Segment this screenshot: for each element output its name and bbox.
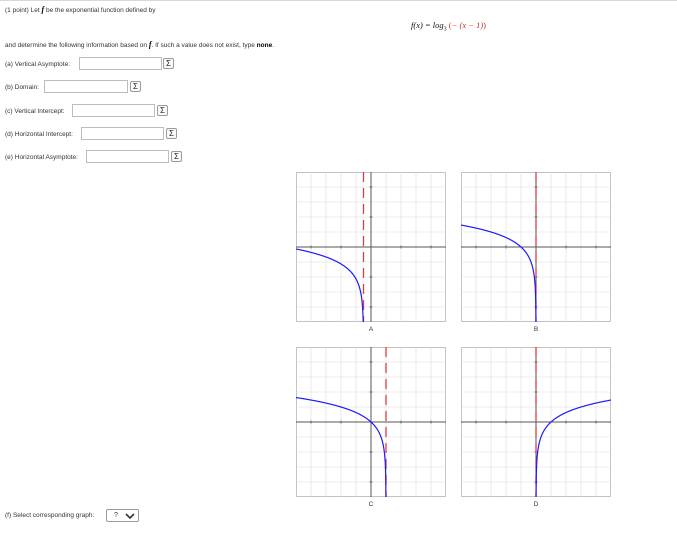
formula-inner: − (x − 1) <box>451 20 484 30</box>
sigma-icon[interactable]: Σ <box>157 105 168 116</box>
instructions-text-2: . If such a value does not exist, type <box>151 42 255 49</box>
sigma-icon[interactable]: Σ <box>130 81 141 92</box>
graph-b <box>461 172 611 322</box>
graph-b-label: B <box>533 326 539 333</box>
function-formula: f(x) = log3 (− (x − 1)) <box>411 20 486 33</box>
graph-a <box>296 172 446 322</box>
intro-text-2: be the exponential function defined by <box>45 7 156 14</box>
graph-c-label: C <box>368 501 374 508</box>
vertical-asymptote-input[interactable] <box>79 57 162 70</box>
intro-text: (1 point) Let <box>5 7 40 14</box>
graph-select-label: (f) Select corresponding graph: <box>5 512 95 519</box>
none-keyword: none <box>256 42 273 49</box>
graph-c <box>296 347 446 497</box>
field-label: (c) Vertical Intercept: <box>5 108 65 115</box>
f-symbol: f <box>41 5 45 14</box>
graph-d <box>461 347 611 497</box>
graph-b-plot <box>461 172 611 322</box>
vertical-intercept-input[interactable] <box>72 104 155 117</box>
field-label: (d) Horizontal Intercept: <box>5 131 73 138</box>
graph-d-label: D <box>533 501 539 508</box>
graph-select-row: (f) Select corresponding graph: ? <box>5 509 139 522</box>
field-label: (e) Horizontal Asymptote: <box>5 154 78 161</box>
graph-c-plot <box>296 347 446 497</box>
sigma-icon[interactable]: Σ <box>171 151 182 162</box>
graph-select-dropdown[interactable]: ? <box>106 509 139 522</box>
graph-a-label: A <box>368 326 374 333</box>
graph-select-value: ? <box>114 512 118 519</box>
field-label: (a) Vertical Asymptote: <box>5 61 71 68</box>
chevron-down-icon <box>125 513 135 520</box>
graph-d-plot <box>461 347 611 497</box>
field-label: (b) Domain: <box>5 84 39 91</box>
instructions-end: . <box>272 42 274 49</box>
sigma-icon[interactable]: Σ <box>163 58 174 69</box>
formula-close-paren: ) <box>483 20 486 30</box>
horizontal-asymptote-input[interactable] <box>86 150 169 163</box>
horizontal-intercept-input[interactable] <box>81 127 164 140</box>
graph-a-plot <box>296 172 446 322</box>
formula-lhs: f(x) = log <box>411 20 444 30</box>
instructions: and determine the following information … <box>5 40 274 49</box>
sigma-icon[interactable]: Σ <box>166 128 177 139</box>
domain-input[interactable] <box>44 80 128 93</box>
instructions-text: and determine the following information … <box>5 42 148 49</box>
top-divider <box>0 0 677 1</box>
problem-intro: (1 point) Let f be the exponential funct… <box>5 5 156 14</box>
